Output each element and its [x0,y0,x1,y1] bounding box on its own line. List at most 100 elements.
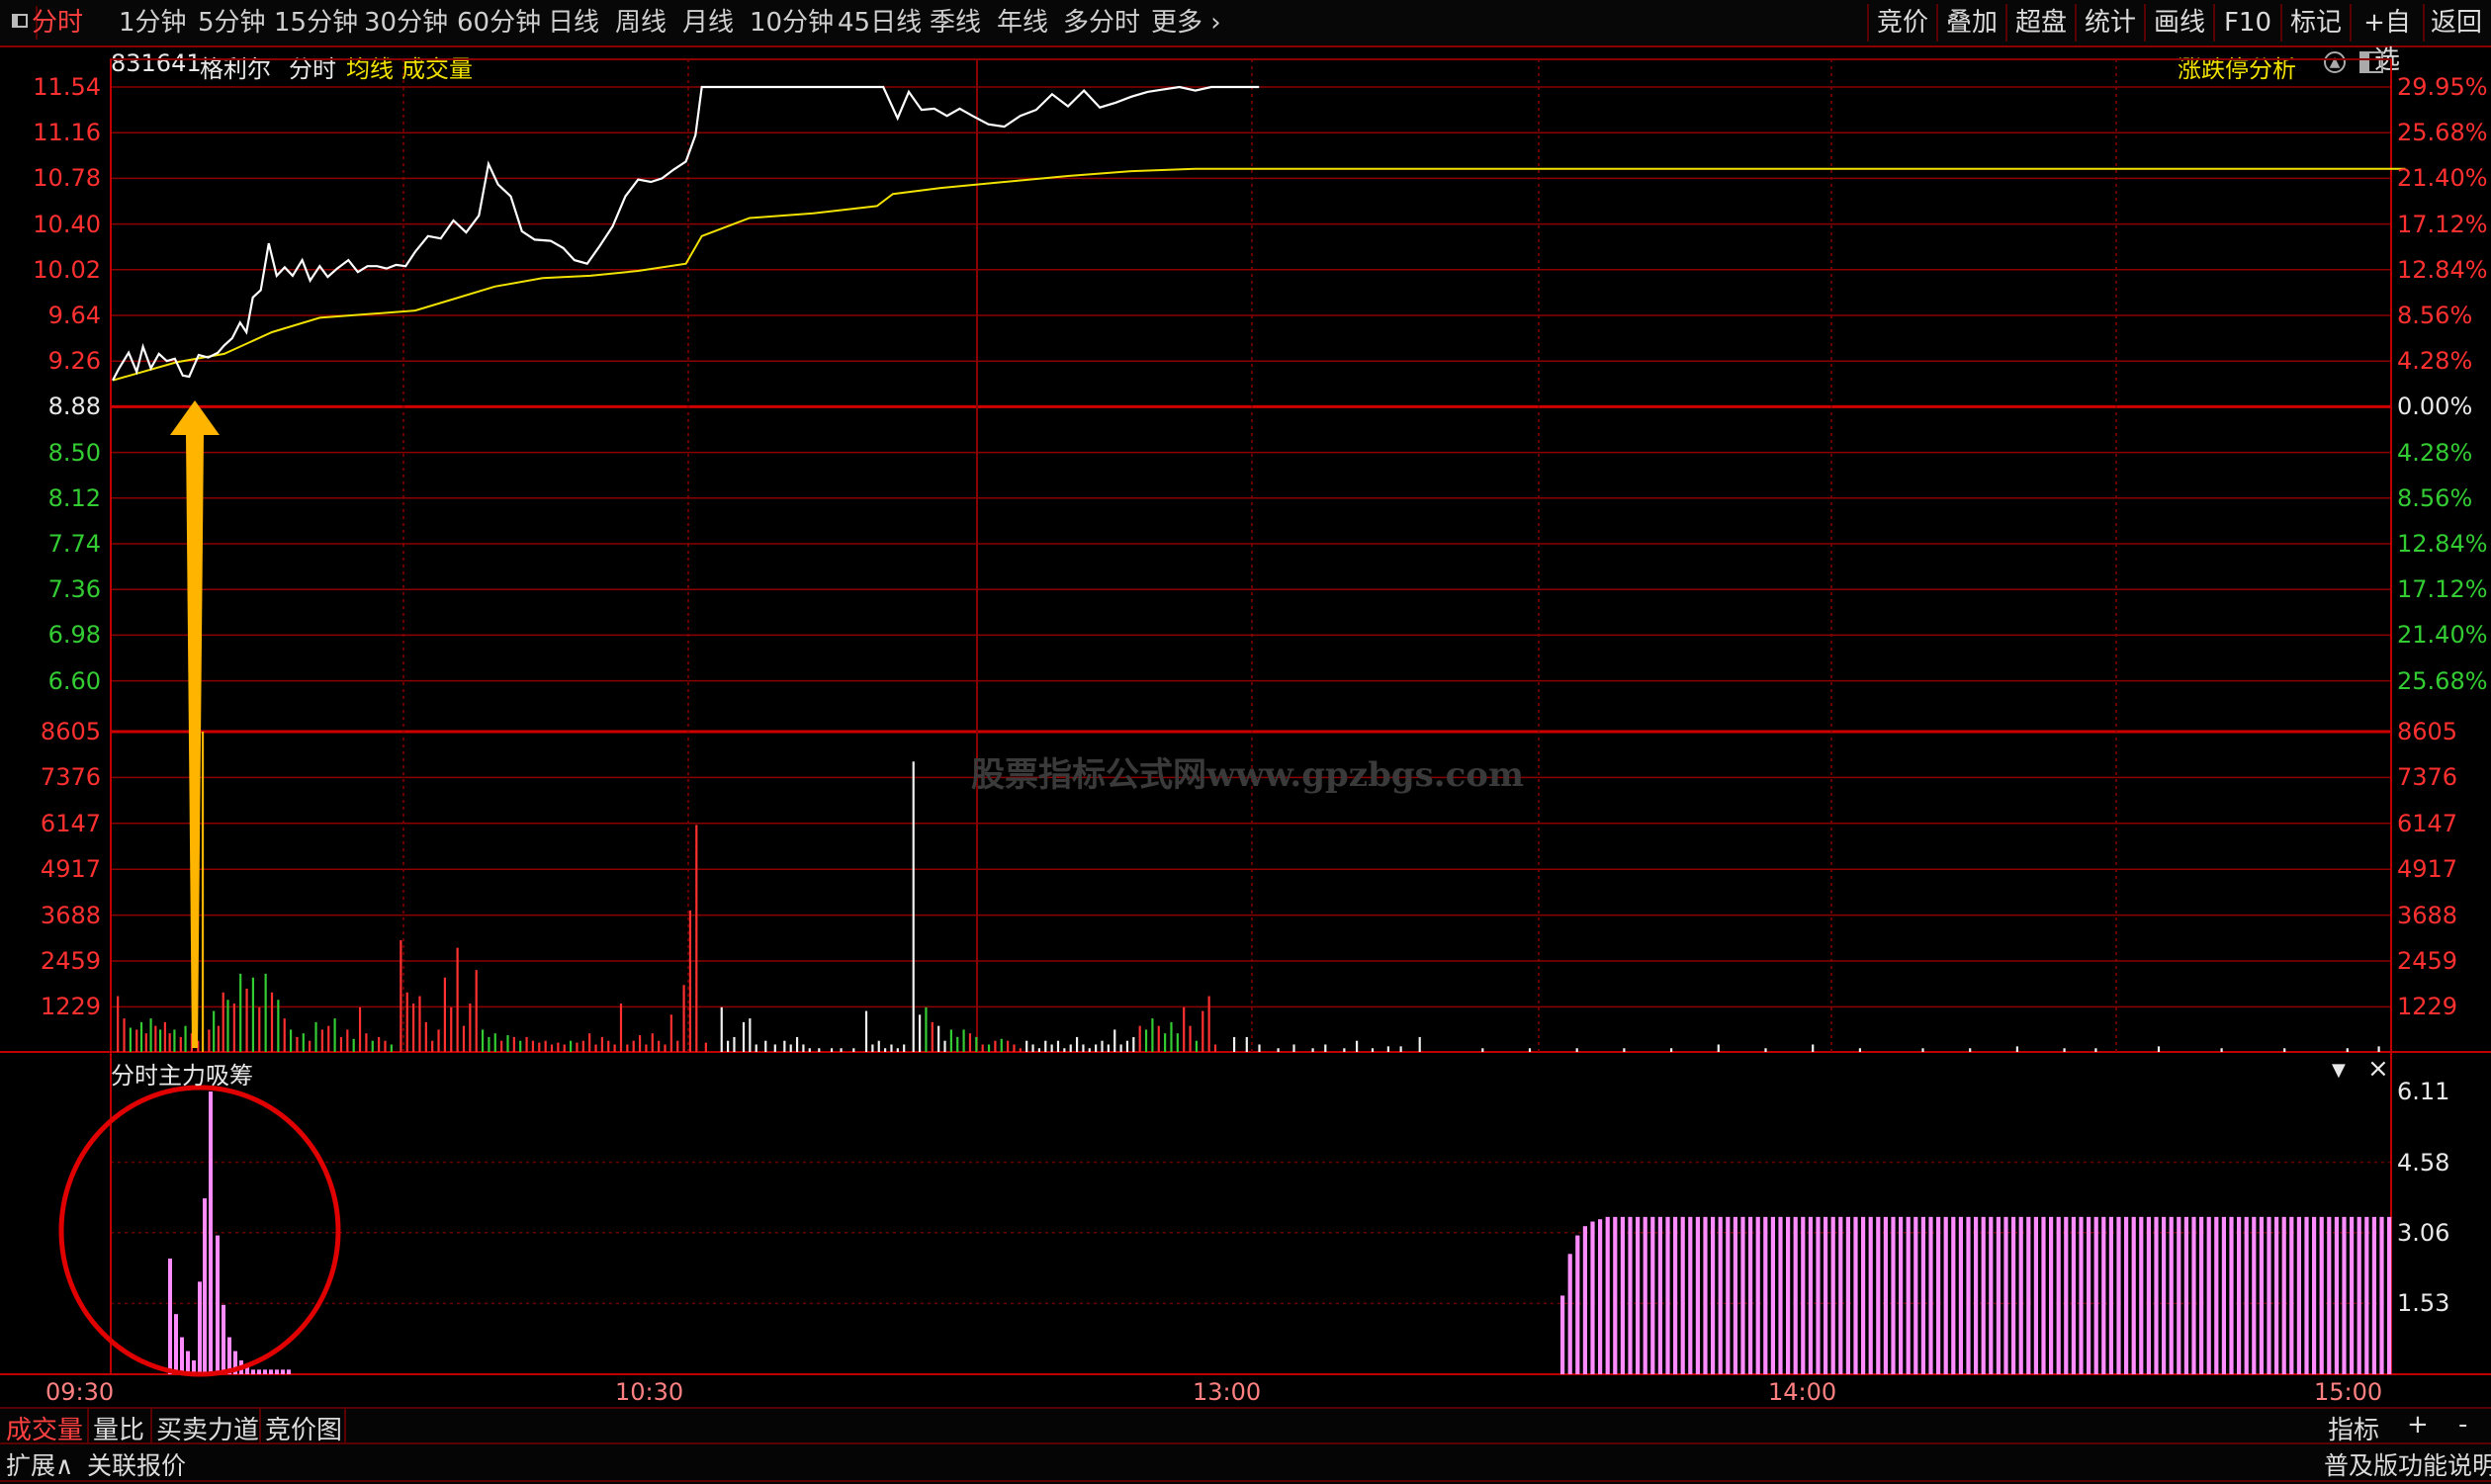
indicator-bar [2364,1216,2369,1374]
indicator-bar [2026,1216,2031,1374]
indicator-bar [2124,1216,2129,1374]
indicator-bar [2357,1216,2361,1374]
indicator-bar [2259,1216,2264,1374]
intraday-chart [0,58,2491,1377]
indicator-bar [269,1369,273,1374]
indicator-bar [2342,1216,2347,1374]
indicator-bar [2214,1216,2219,1374]
volume-tick-left: 4917 [40,855,101,884]
indicator-bar [1876,1216,1881,1374]
indicator-bar [2049,1216,2054,1374]
status-item-1[interactable]: 关联报价 [87,1446,186,1482]
percent-tick: 29.95% [2397,73,2488,101]
indicator-bar [168,1258,172,1374]
indicator-bar [2064,1216,2069,1374]
price-tick: 10.02 [33,255,101,284]
indicator-bar [1808,1216,1813,1374]
indicator-bar [1740,1216,1745,1374]
price-tick: 7.36 [47,575,101,604]
indicator-bar [1861,1216,1866,1374]
volume-tick-right: 6147 [2397,809,2458,837]
indicator-bar [1620,1216,1625,1374]
time-tick: 15:00 [2314,1378,2383,1406]
indicator-bar [257,1369,261,1374]
volume-tick-right: 7376 [2397,763,2458,792]
percent-tick: 4.28% [2397,438,2473,467]
indicator-bar [2079,1216,2084,1374]
indicator-bar [203,1198,207,1374]
indicator-bar [1816,1216,1821,1374]
indicator-bar [1748,1216,1753,1374]
indicator-bar [1598,1219,1603,1374]
help-link[interactable]: 普及版功能说明 [2324,1446,2491,1482]
indicator-bar [1974,1216,1979,1374]
indicator-bar [1567,1254,1572,1374]
indicator-bar [1981,1216,1986,1374]
indicator-bar [2274,1216,2279,1374]
close-icon[interactable]: × [2367,1054,2389,1084]
bottom-bar: 成交量 量比 买卖力道 竞价图 指标 + - 扩展∧ 关联报价 普及版功能说明 [0,1407,2491,1484]
bottom-tab-2[interactable]: 买卖力道 [156,1410,259,1446]
indicator-bar [2139,1216,2144,1374]
tab-separator [259,1409,261,1442]
bottom-right-button-1[interactable]: + [2407,1410,2429,1440]
indicator-bar [2379,1216,2384,1374]
indicator-bar [2252,1216,2257,1374]
indicator-bar [2244,1216,2249,1374]
percent-tick: 21.40% [2397,164,2488,193]
indicator-bar [186,1351,190,1374]
indicator-tick: 6.11 [2397,1078,2450,1105]
indicator-bar [1801,1216,1806,1374]
indicator-bar [2327,1216,2332,1374]
indicator-bar [2281,1216,2286,1374]
indicator-bar [1830,1216,1835,1374]
time-tick: 10:30 [615,1378,684,1406]
indicator-bar [2169,1216,2174,1374]
bottom-tab-0[interactable]: 成交量 [6,1410,83,1446]
indicator-bar [2177,1216,2181,1374]
indicator-bar [1966,1216,1971,1374]
indicator-bar [1996,1216,2001,1374]
percent-tick: 17.12% [2397,575,2488,604]
indicator-bar [1695,1216,1700,1374]
indicator-bar [1891,1216,1896,1374]
indicator-bar [2071,1216,2076,1374]
indicator-bar [1920,1216,1925,1374]
volume-tick-left: 1229 [40,993,101,1021]
indicator-bar [251,1369,255,1374]
indicator-bar [1958,1216,1963,1374]
price-tick: 6.98 [47,621,101,650]
indicator-bar [1778,1216,1783,1374]
volume-tick-right: 2459 [2397,947,2458,975]
percent-tick: 25.68% [2397,119,2488,147]
bottom-tab-1[interactable]: 量比 [93,1410,144,1446]
indicator-bar [1755,1216,1760,1374]
indicator-bar [2003,1216,2008,1374]
indicator-bar [2312,1216,2317,1374]
time-tick: 14:00 [1768,1378,1837,1406]
indicator-bar [1636,1216,1641,1374]
indicator-bar [1582,1226,1587,1374]
indicator-bar [1838,1216,1843,1374]
percent-tick: 8.56% [2397,302,2473,329]
price-line [112,85,1260,382]
percent-tick: 25.68% [2397,666,2488,695]
indicator-bar [2011,1216,2016,1374]
avg-price-line [112,167,2406,382]
bottom-right-button-2[interactable]: - [2458,1410,2467,1440]
indicator-bar [2387,1216,2392,1374]
indicator-bar [209,1091,213,1374]
indicator-title[interactable]: 分时主力吸筹 [111,1056,253,1091]
status-item-0[interactable]: 扩展∧ [6,1446,73,1482]
indicator-bar [2289,1216,2294,1374]
price-tick: 6.60 [47,666,101,695]
dropdown-triangle-icon[interactable]: ▼ [2332,1060,2346,1081]
bottom-right-button-0[interactable]: 指标 [2328,1410,2379,1446]
bottom-tab-3[interactable]: 竞价图 [265,1410,342,1446]
volume-tick-left: 6147 [40,809,101,837]
indicator-bar [1688,1216,1693,1374]
percent-tick: 0.00% [2397,393,2473,421]
volume-tick-left: 7376 [40,763,101,792]
watermark: 股票指标公式网www.gpzbgs.com [971,755,1524,795]
volume-tick-right: 1229 [2397,993,2458,1021]
